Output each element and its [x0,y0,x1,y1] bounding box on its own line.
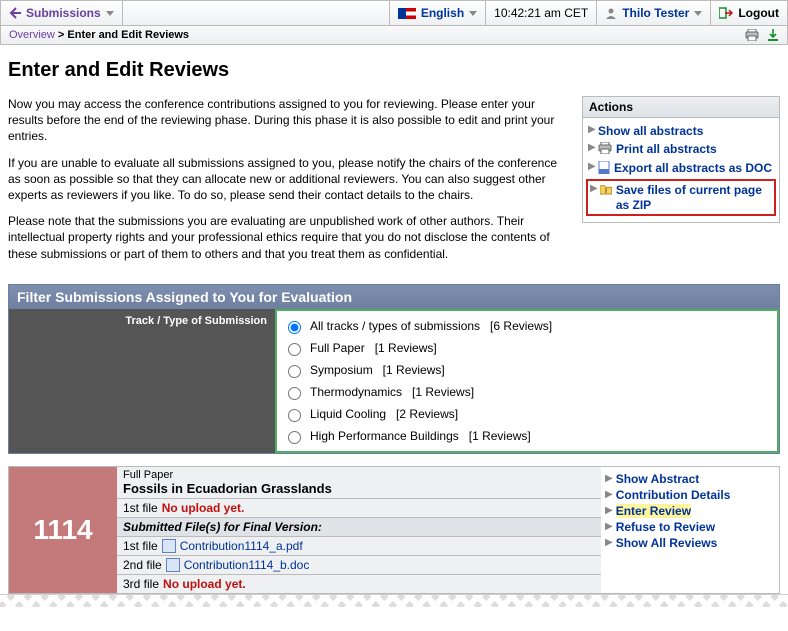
file-link-1[interactable]: Contribution1114_a.pdf [180,539,303,553]
filter-option[interactable]: Full Paper [1 Reviews] [283,337,771,359]
submission-title-row: Full Paper Fossils in Ecuadorian Grassla… [117,467,601,499]
breadcrumb-bar: Overview > Enter and Edit Reviews [0,26,788,45]
filter-options: All tracks / types of submissions [6 Rev… [275,309,779,453]
chevron-down-icon [694,11,702,16]
submissions-label: Submissions [26,6,101,20]
top-toolbar: Submissions English 10:42:21 am CET Thil… [0,0,788,26]
submission-title: Fossils in Ecuadorian Grasslands [123,481,595,496]
filter-option-label: High Performance Buildings [1 Reviews] [310,429,531,443]
breadcrumb: Overview > Enter and Edit Reviews [9,29,189,41]
breadcrumb-current: Enter and Edit Reviews [67,29,189,41]
chevron-down-icon [106,11,114,16]
action-enter-review[interactable]: ▶Enter Review [605,503,775,519]
back-arrow-icon [9,7,21,19]
file-link-2[interactable]: Contribution1114_b.doc [184,558,310,572]
filter-option[interactable]: Liquid Cooling [2 Reviews] [283,403,771,425]
submitted-files-header: Submitted File(s) for Final Version: [117,518,601,537]
print-icon[interactable] [745,29,759,41]
page-title: Enter and Edit Reviews [8,59,780,82]
uk-flag-icon [398,8,416,19]
filter-option-label: Full Paper [1 Reviews] [310,341,437,355]
filter-radio[interactable] [288,365,301,378]
filter-label: Track / Type of Submission [9,309,275,453]
torn-edge [0,594,788,607]
file-row-2: 2nd file Contribution1114_b.doc [117,556,601,575]
doc-icon [598,161,610,174]
filter-radio[interactable] [288,431,301,444]
clock-text: 10:42:21 am CET [494,6,588,20]
actions-panel: Actions ▶ Show all abstracts ▶ Print all… [582,96,780,272]
language-label: English [421,6,464,20]
action-show-all-reviews[interactable]: ▶Show All Reviews [605,535,775,551]
action-contribution-details[interactable]: ▶Contribution Details [605,487,775,503]
filter-option-label: All tracks / types of submissions [6 Rev… [310,319,552,333]
submission-actions: ▶Show Abstract ▶Contribution Details ▶En… [601,467,779,593]
filter-radio[interactable] [288,343,301,356]
no-upload-status: No upload yet. [163,577,246,591]
filter-option[interactable]: All tracks / types of submissions [6 Rev… [283,315,771,337]
toolbar-spacer [123,1,390,25]
filter-heading: Filter Submissions Assigned to You for E… [9,285,779,309]
no-upload-status: No upload yet. [162,501,245,515]
filter-radio[interactable] [288,321,301,334]
submissions-menu[interactable]: Submissions [1,1,123,25]
action-show-all-abstracts[interactable]: ▶ Show all abstracts [585,122,777,140]
file-row-1: 1st file Contribution1114_a.pdf [117,537,601,556]
download-icon[interactable] [767,29,779,41]
logout-icon [719,7,733,19]
submission-track: Full Paper [123,469,595,481]
submission-id: 1114 [9,467,117,593]
zip-folder-icon [600,183,612,195]
filter-option[interactable]: Thermodynamics [1 Reviews] [283,381,771,403]
filter-option[interactable]: Symposium [1 Reviews] [283,359,771,381]
filter-option-label: Thermodynamics [1 Reviews] [310,385,474,399]
language-selector[interactable]: English [390,1,486,25]
clock-cell: 10:42:21 am CET [486,1,597,25]
first-file-row: 1st file No upload yet. [117,499,601,518]
user-menu[interactable]: Thilo Tester [597,1,711,25]
chevron-down-icon [469,11,477,16]
action-show-abstract[interactable]: ▶Show Abstract [605,471,775,487]
submission-card: 1114 Full Paper Fossils in Ecuadorian Gr… [8,466,780,594]
action-export-doc[interactable]: ▶ Export all abstracts as DOC [585,159,777,177]
filter-panel: Filter Submissions Assigned to You for E… [8,284,780,454]
logout-button[interactable]: Logout [711,1,787,25]
action-refuse-review[interactable]: ▶Refuse to Review [605,519,775,535]
filter-option[interactable]: High Performance Buildings [1 Reviews] [283,425,771,447]
user-name: Thilo Tester [622,6,689,20]
breadcrumb-overview[interactable]: Overview [9,29,55,41]
intro-text: Now you may access the conference contri… [8,96,572,262]
file-icon [162,539,176,553]
filter-radio[interactable] [288,387,301,400]
action-print-all-abstracts[interactable]: ▶ Print all abstracts [585,140,777,158]
filter-option-label: Liquid Cooling [2 Reviews] [310,407,458,421]
user-icon [605,7,617,19]
filter-radio[interactable] [288,409,301,422]
logout-label: Logout [738,6,779,20]
filter-option-label: Symposium [1 Reviews] [310,363,445,377]
actions-heading: Actions [582,96,780,118]
action-save-zip[interactable]: ▶ Save files of current page as ZIP [586,179,776,216]
file-icon [166,558,180,572]
printer-icon [598,142,612,154]
file-row-3: 3rd file No upload yet. [117,575,601,593]
